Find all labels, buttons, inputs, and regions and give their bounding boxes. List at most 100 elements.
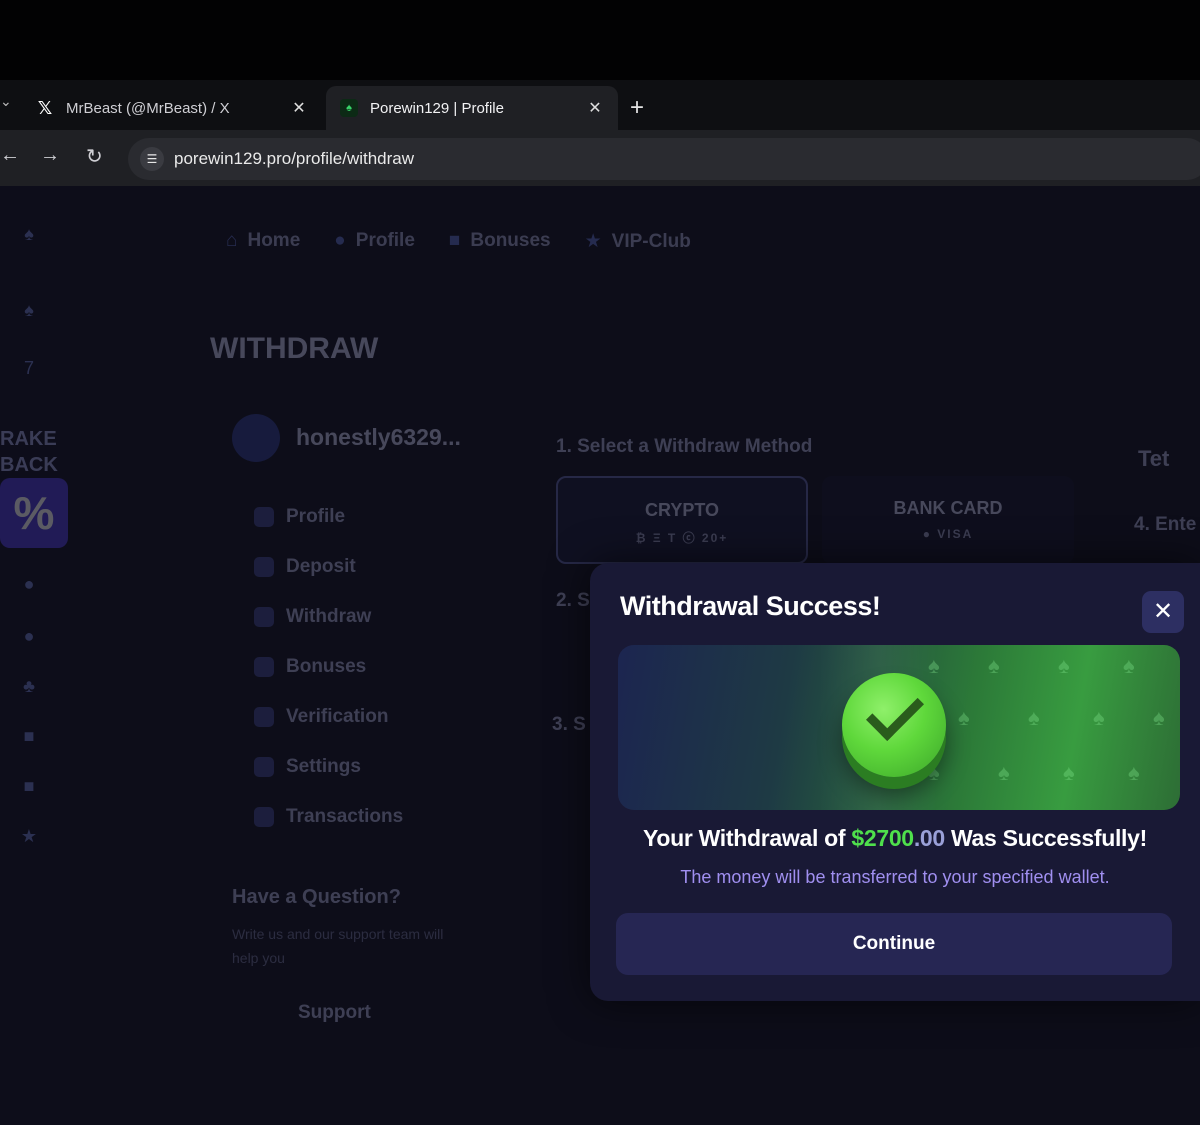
spade-pattern-icon: ♠ — [1093, 705, 1105, 730]
spade-pattern-icon: ♠ — [1123, 653, 1135, 678]
user-icon — [254, 507, 274, 527]
success-banner-image: ♠ ♠ ♠ ♠ ♠ ♠ ♠ ♠ ♠ ♠ ♠ ♠ — [618, 645, 1180, 810]
info-message: The money will be transferred to your sp… — [680, 867, 1110, 887]
menu-item-profile[interactable]: Profile — [254, 492, 403, 542]
rakeback-percent-badge[interactable]: % — [0, 478, 68, 548]
spade-pattern-icon: ♠ — [1058, 653, 1070, 678]
crypto-coins-icon: ₿ Ξ T ⓒ 20+ — [635, 531, 729, 545]
nav-bonuses[interactable]: ■ Bonuses — [449, 230, 551, 253]
card-brands-icon: ● VISA — [922, 527, 974, 541]
home-icon: ⌂ — [226, 230, 238, 251]
nav-label: Home — [247, 230, 301, 251]
list-icon — [254, 807, 274, 827]
user-icon: ● — [334, 230, 346, 251]
rail-gift-icon[interactable]: ■ — [16, 726, 42, 752]
rail-nav-icon[interactable]: ● — [16, 574, 42, 600]
continue-button[interactable]: Continue — [616, 913, 1172, 975]
tether-option[interactable]: Tet — [1138, 446, 1169, 472]
rail-star-icon[interactable]: ★ — [16, 826, 42, 852]
rail-chat-icon[interactable]: ■ — [16, 776, 42, 802]
new-tab-button[interactable]: + — [630, 96, 644, 120]
tab-porewin-profile[interactable]: ♠ Porewin129 | Profile ✕ — [326, 86, 618, 130]
forward-arrow-icon[interactable]: → — [40, 144, 60, 167]
page-title: WITHDRAW — [210, 332, 379, 365]
back-arrow-icon[interactable]: ← — [0, 144, 20, 167]
tab-close-icon[interactable]: ✕ — [290, 98, 308, 118]
nav-home[interactable]: ⌂ Home — [226, 230, 300, 253]
spade-pattern-icon: ♠ — [958, 705, 970, 730]
menu-label: Profile — [286, 506, 346, 527]
withdrawal-success-modal: Withdrawal Success! ✕ ♠ ♠ ♠ ♠ ♠ ♠ ♠ ♠ ♠ … — [590, 563, 1200, 1001]
method-bank-card[interactable]: BANK CARD ● VISA — [822, 476, 1074, 564]
support-button[interactable]: Support — [298, 1002, 371, 1024]
rakeback-label[interactable]: RAKE BACK — [0, 426, 58, 478]
nav-label: Profile — [355, 230, 415, 251]
slots-777-icon[interactable]: 7 — [16, 358, 42, 384]
nav-profile[interactable]: ● Profile — [334, 230, 415, 253]
spade-pattern-icon: ♠ — [1128, 760, 1140, 785]
step-1-label: 1. Select a Withdraw Method — [556, 436, 813, 457]
reload-icon[interactable]: ↻ — [86, 144, 103, 169]
username: honestly6329... — [296, 424, 461, 450]
nav-vip-club[interactable]: ★ VIP-Club — [585, 230, 691, 253]
rakeback-line1: RAKE — [0, 428, 57, 450]
menu-label: Withdraw — [286, 606, 372, 627]
menu-label: Settings — [286, 756, 361, 777]
message-suffix: Was Successfully! — [944, 825, 1147, 851]
gear-icon — [254, 757, 274, 777]
menu-item-transactions[interactable]: Transactions — [254, 792, 403, 842]
menu-label: Deposit — [286, 556, 356, 577]
poker-icon[interactable]: ♠ — [16, 300, 42, 326]
method-crypto[interactable]: CRYPTO ₿ Ξ T ⓒ 20+ — [556, 476, 808, 564]
star-icon: ★ — [584, 231, 602, 252]
gift-icon: ■ — [448, 230, 461, 251]
avatar — [232, 414, 280, 462]
nav-label: VIP-Club — [611, 231, 691, 252]
step-2-label: 2. S — [556, 590, 590, 611]
spade-pattern-icon: ♠ — [1153, 705, 1165, 730]
porewin-logo-icon: ♠ — [340, 99, 358, 117]
checkmark-coin-icon — [842, 673, 946, 777]
menu-item-verification[interactable]: Verification — [254, 692, 403, 742]
menu-item-deposit[interactable]: Deposit — [254, 542, 403, 592]
site-logo-icon[interactable]: ♠ — [16, 224, 42, 250]
left-rail: ♠ ♠ 7 ● ● ♣ ■ ■ ★ — [0, 186, 70, 1125]
message-prefix: Your Withdrawal of — [643, 825, 852, 851]
monitor-bezel — [0, 0, 1200, 80]
menu-item-bonuses[interactable]: Bonuses — [254, 642, 403, 692]
url-text[interactable]: porewin129.pro/profile/withdraw — [174, 149, 414, 169]
site-info-icon[interactable]: ☰ — [140, 147, 164, 171]
menu-label: Bonuses — [286, 656, 367, 677]
rail-cards-icon[interactable]: ♣ — [16, 676, 42, 702]
tab-mrbeast[interactable]: 𝕏 MrBeast (@MrBeast) / X ✕ — [22, 86, 322, 130]
spade-pattern-icon: ♠ — [988, 653, 1000, 678]
menu-label: Verification — [286, 706, 389, 727]
spade-pattern-icon: ♠ — [928, 653, 940, 678]
withdrawal-amount-cents: .00 — [913, 825, 945, 851]
step-4-label: 4. Ente — [1134, 514, 1197, 535]
tab-search-chevron-icon[interactable]: ⌄ — [0, 93, 12, 110]
close-icon: ✕ — [1152, 598, 1174, 625]
menu-item-withdraw[interactable]: Withdraw — [254, 592, 403, 642]
rail-user-icon[interactable]: ● — [16, 626, 42, 652]
close-button[interactable]: ✕ — [1142, 591, 1184, 633]
top-navigation: ⌂ Home ● Profile ■ Bonuses ★ VIP-Club — [226, 230, 691, 253]
profile-menu: Profile Deposit Withdraw Bonuses Verific… — [254, 492, 403, 842]
nav-label: Bonuses — [470, 230, 551, 251]
address-bar[interactable]: ☰ porewin129.pro/profile/withdraw — [128, 138, 1200, 180]
success-message: Your Withdrawal of $2700.00 Was Successf… — [590, 825, 1200, 852]
menu-item-settings[interactable]: Settings — [254, 742, 403, 792]
question-title: Have a Question? — [232, 886, 401, 908]
tab-close-icon[interactable]: ✕ — [586, 98, 604, 118]
tab-title: Porewin129 | Profile — [370, 99, 504, 117]
spade-pattern-icon: ♠ — [998, 760, 1010, 785]
rakeback-line2: BACK — [0, 454, 58, 476]
spade-pattern-icon: ♠ — [928, 760, 940, 785]
shield-icon — [254, 707, 274, 727]
spade-pattern-icon: ♠ — [1028, 705, 1040, 730]
tab-title: MrBeast (@MrBeast) / X — [66, 99, 230, 117]
withdrawal-amount: $2700 — [851, 825, 914, 851]
menu-label: Transactions — [286, 806, 404, 827]
modal-title: Withdrawal Success! — [620, 591, 881, 621]
method-label: BANK CARD — [893, 498, 1003, 518]
